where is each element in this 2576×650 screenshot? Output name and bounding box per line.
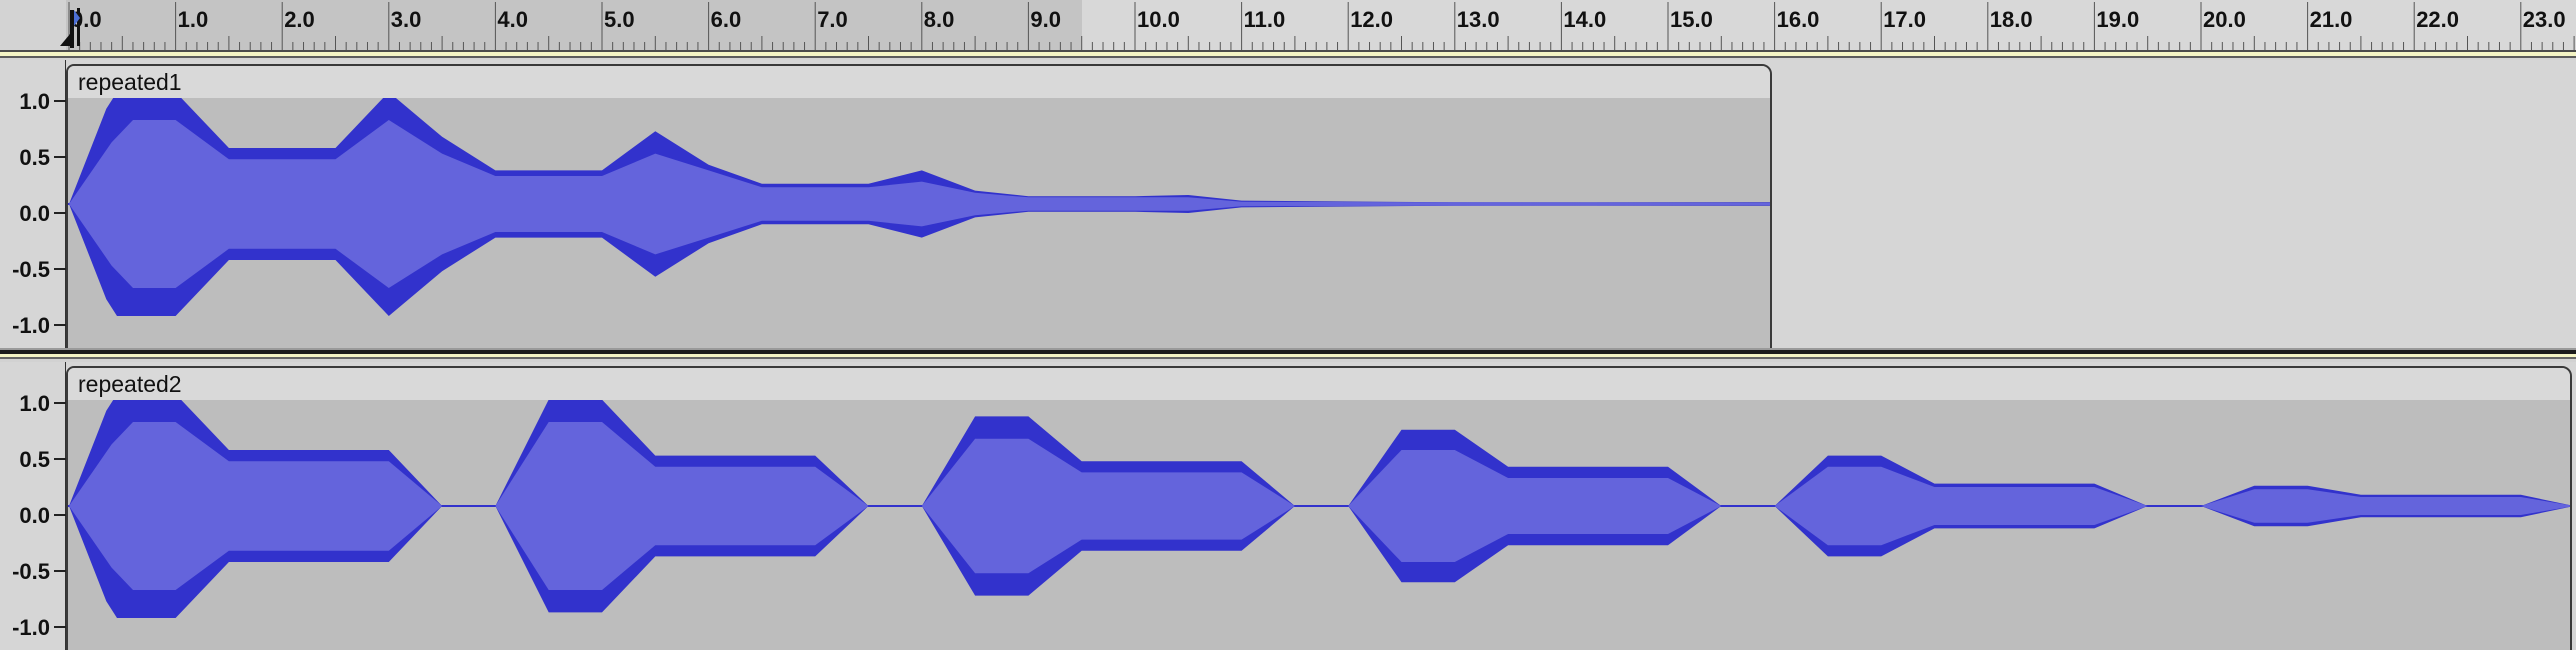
ruler-tick-label: 16.0 [1777, 7, 1820, 32]
clip-waveform [68, 400, 2570, 618]
amplitude-ruler: 1.0 0.5 0.0 -0.5 -1.0 [0, 362, 66, 650]
amplitude-ruler: 1.0 0.5 0.0 -0.5 -1.0 [0, 60, 66, 348]
amplitude-ruler-scale: 1.0 0.5 0.0 -0.5 -1.0 [12, 391, 66, 640]
ruler-tick-label: 11.0 [1244, 7, 1286, 32]
ruler-tick-label: 5.0 [604, 7, 635, 32]
track-separator[interactable] [0, 348, 2576, 362]
ruler-divider-shadow [0, 56, 2576, 58]
amplitude-label: 1.0 [19, 89, 50, 114]
ruler-tick-label: 7.0 [817, 7, 848, 32]
amplitude-label: -0.5 [12, 559, 50, 584]
ruler-tick-label: 20.0 [2203, 7, 2246, 32]
amplitude-label: -1.0 [12, 615, 50, 640]
amplitude-label: 0.0 [19, 503, 50, 528]
ruler-tick-label: 23.0 [2523, 7, 2566, 32]
ruler-tick-label: 21.0 [2310, 7, 2353, 32]
ruler-ticks: 0.0 1.0 2.0 3.0 4.0 5.0 6.0 7.0 8.0 9.0 10.0 11.0 12… [68, 2, 2575, 50]
ruler-tick-label: 8.0 [924, 7, 955, 32]
timeline-ruler[interactable]: 0.0 1.0 2.0 3.0 4.0 5.0 6.0 7.0 8.0 9.0 10.0 11.0 12… [0, 0, 2576, 50]
audio-clip[interactable]: repeated1 [66, 64, 1772, 348]
amplitude-label: 0.5 [19, 145, 50, 170]
clip-name: repeated2 [78, 371, 182, 397]
audio-editor: 0.0 1.0 2.0 3.0 4.0 5.0 6.0 7.0 8.0 9.0 10.0 11.0 12… [0, 0, 2576, 650]
playhead-icon[interactable] [56, 0, 86, 50]
amplitude-label: 0.5 [19, 447, 50, 472]
ruler-tick-label: 1.0 [178, 7, 209, 32]
ruler-tick-label: 4.0 [497, 7, 528, 32]
clip-header[interactable]: repeated1 [68, 66, 1770, 98]
clip-header[interactable]: repeated2 [68, 368, 2570, 400]
amplitude-label: 0.0 [19, 201, 50, 226]
amplitude-ruler-scale: 1.0 0.5 0.0 -0.5 -1.0 [12, 89, 66, 338]
waveform-rms [69, 120, 1770, 288]
clip-name: repeated1 [78, 69, 182, 95]
amplitude-label: -1.0 [12, 313, 50, 338]
ruler-tick-label: 2.0 [284, 7, 315, 32]
ruler-tick-label: 13.0 [1457, 7, 1500, 32]
audio-track[interactable]: 1.0 0.5 0.0 -0.5 -1.0 repeated1 [0, 60, 2576, 348]
audio-clip[interactable]: repeated2 [66, 366, 2572, 650]
ruler-tick-label: 18.0 [1990, 7, 2033, 32]
ruler-tick-label: 12.0 [1350, 7, 1393, 32]
amplitude-label: -0.5 [12, 257, 50, 282]
ruler-tick-label: 17.0 [1883, 7, 1926, 32]
ruler-tick-label: 14.0 [1563, 7, 1606, 32]
clip-waveform [68, 98, 1770, 316]
waveform-peak [69, 400, 2570, 618]
ruler-tick-label: 6.0 [711, 7, 742, 32]
ruler-tick-label: 10.0 [1137, 7, 1180, 32]
ruler-tick-label: 19.0 [2096, 7, 2139, 32]
ruler-tick-label: 9.0 [1030, 7, 1061, 32]
ruler-tick-label: 15.0 [1670, 7, 1713, 32]
ruler-tick-label: 22.0 [2416, 7, 2459, 32]
amplitude-label: 1.0 [19, 391, 50, 416]
audio-track[interactable]: 1.0 0.5 0.0 -0.5 -1.0 repeated2 [0, 362, 2576, 650]
ruler-tick-label: 3.0 [391, 7, 422, 32]
